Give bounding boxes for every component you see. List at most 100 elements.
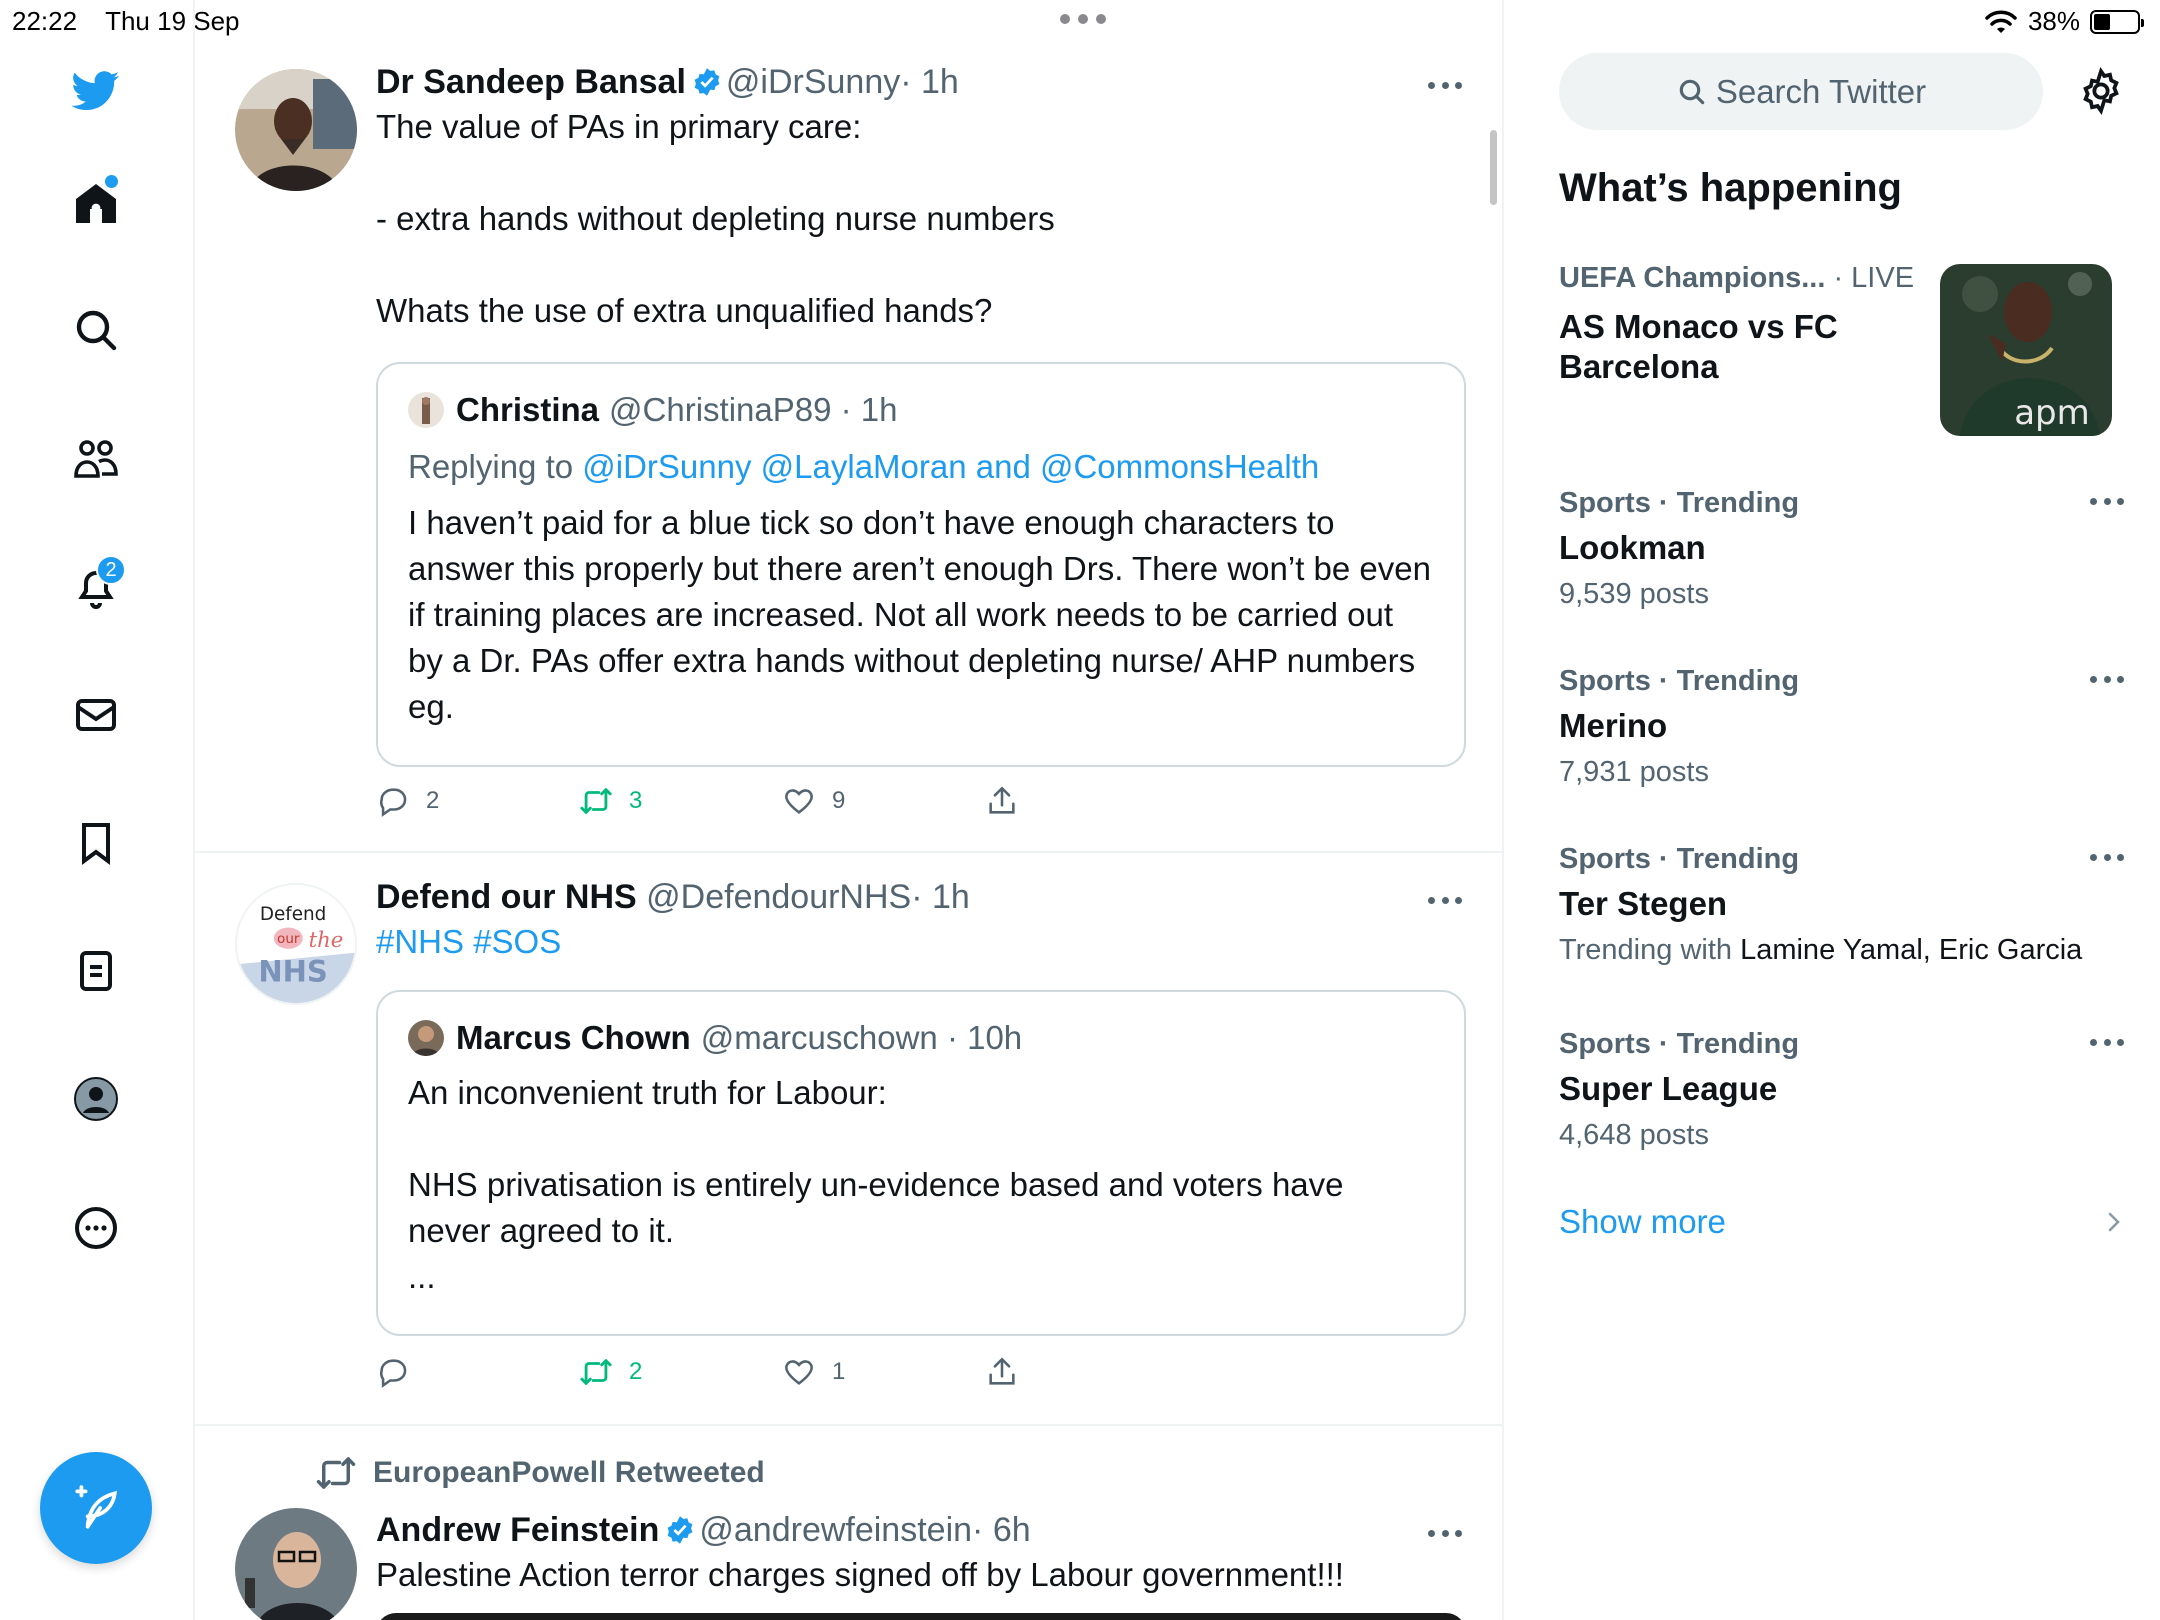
event-live: · LIVE xyxy=(1833,262,1915,294)
search-placeholder: Search Twitter xyxy=(1715,72,1927,110)
tweet-time[interactable]: · 1h xyxy=(911,878,970,916)
like-count: 1 xyxy=(832,1358,846,1385)
timeline-scrollbar[interactable] xyxy=(1490,130,1497,205)
share-button[interactable] xyxy=(985,1355,1188,1389)
reply-button[interactable]: 2 xyxy=(376,784,579,818)
author-name[interactable]: Dr Sandeep Bansal xyxy=(376,63,686,101)
verified-badge-icon xyxy=(694,68,720,96)
trend-post-count: 7,931 posts xyxy=(1559,756,1709,788)
trend-item[interactable]: Sports · Trending Merino 7,931 posts xyxy=(1559,662,2124,792)
event-image-logo: apm xyxy=(2014,393,2090,433)
tweet-more-options-icon[interactable] xyxy=(1428,82,1462,90)
author-name[interactable]: Andrew Feinstein xyxy=(376,1511,659,1549)
replying-to: Replying to @iDrSunny @LaylaMoran and @C… xyxy=(408,444,1434,490)
media-preview-edge[interactable] xyxy=(376,1613,1466,1620)
retweet-count: 3 xyxy=(629,787,643,814)
trend-related-prefix: Trending with xyxy=(1559,934,1741,966)
trend-name: Lookman xyxy=(1559,529,1706,566)
quoted-tweet[interactable]: Marcus Chown @marcuschown · 10h An inconv… xyxy=(376,990,1466,1336)
avatar-christina xyxy=(408,392,444,428)
trend-meta: Sports · Trending xyxy=(1559,665,1800,697)
quote-author-handle: @marcuschown · 10h xyxy=(700,1019,1023,1056)
trend-event-card[interactable]: UEFA Champions... · LIVE AS Monaco vs FC… xyxy=(1559,262,2124,442)
nav-profile-avatar-icon[interactable] xyxy=(66,1069,126,1129)
compose-tweet-button[interactable] xyxy=(40,1452,152,1564)
nav-lists-icon[interactable] xyxy=(66,941,126,1001)
chevron-right-icon xyxy=(2108,1212,2120,1232)
trend-item[interactable]: Sports · Trending Lookman 9,539 posts xyxy=(1559,484,2124,614)
retweet-count: 2 xyxy=(629,1358,643,1385)
trend-item[interactable]: Sports · Trending Ter Stegen Trending wi… xyxy=(1559,840,2124,970)
tweet-time[interactable]: · 1h xyxy=(900,63,959,101)
nav-messages-envelope-icon[interactable] xyxy=(66,685,126,745)
tweet-hashtags[interactable]: #NHS #SOS xyxy=(376,919,1456,965)
avatar-line3: the xyxy=(309,928,344,953)
trend-meta: Sports · Trending xyxy=(1559,487,1800,519)
like-button[interactable]: 9 xyxy=(782,784,985,818)
trend-name: Ter Stegen xyxy=(1559,885,1728,922)
search-input[interactable]: Search Twitter xyxy=(1559,53,2043,130)
nav-bookmarks-icon[interactable] xyxy=(66,813,126,873)
nav-explore-search-icon[interactable] xyxy=(66,300,126,360)
trend-more-options-icon[interactable] xyxy=(2090,676,2124,684)
quote-text: I haven’t paid for a blue tick so don’t … xyxy=(408,504,1441,725)
avatar-andrew-feinstein[interactable] xyxy=(235,1508,357,1620)
tweet-time[interactable]: · 6h xyxy=(972,1511,1031,1549)
event-category: UEFA Champions... xyxy=(1559,262,1826,294)
settings-gear-icon[interactable] xyxy=(2076,66,2126,116)
tweet-more-options-icon[interactable] xyxy=(1428,897,1462,905)
quote-author-handle: @ChristinaP89 · 1h xyxy=(609,391,898,428)
quote-author-name: Marcus Chown xyxy=(456,1019,691,1056)
replying-to-links[interactable]: @iDrSunny @LaylaMoran and @CommonsHealth xyxy=(582,448,1319,485)
tweet-more-options-icon[interactable] xyxy=(1428,1530,1462,1538)
heart-icon xyxy=(785,1360,813,1385)
trend-more-options-icon[interactable] xyxy=(2090,854,2124,862)
share-button[interactable] xyxy=(985,784,1188,818)
quoted-tweet[interactable]: Christina @ChristinaP89 · 1h Replying to … xyxy=(376,362,1466,767)
like-button[interactable]: 1 xyxy=(782,1355,985,1389)
tweet-card[interactable]: Dr Sandeep Bansal @iDrSunny· 1h The value… xyxy=(195,0,1502,853)
timeline[interactable]: Dr Sandeep Bansal @iDrSunny· 1h The value… xyxy=(195,0,1502,1620)
show-more-link[interactable]: Show more xyxy=(1559,1203,2124,1241)
replying-prefix: Replying to xyxy=(408,448,583,485)
retweet-icon xyxy=(580,1359,612,1385)
author-handle[interactable]: @iDrSunny xyxy=(726,63,900,101)
trend-related: Trending with Lamine Yamal, Eric Garcia xyxy=(1559,930,2124,970)
tweet-actions: 2 3 9 xyxy=(376,784,1188,818)
tweet-card[interactable]: EuropeanPowell Retweeted Andrew Feinstei… xyxy=(195,1428,1502,1620)
avatar-dr-sandeep-bansal[interactable] xyxy=(235,69,357,191)
author-handle[interactable]: @DefendourNHS xyxy=(646,878,911,916)
verified-badge-icon xyxy=(668,1516,693,1544)
avatar-line2: our xyxy=(277,931,300,947)
retweet-button[interactable]: 2 xyxy=(579,1355,782,1389)
trend-more-options-icon[interactable] xyxy=(2090,498,2124,506)
trend-related-names[interactable]: Lamine Yamal, Eric Garcia xyxy=(1740,934,2082,966)
tweet-card[interactable]: Defend our the NHS Defend our NHS @Defen… xyxy=(195,855,1502,1426)
sidebar-nav: 2 xyxy=(0,0,193,1620)
reply-button[interactable] xyxy=(376,1355,579,1389)
quote-header: Christina @ChristinaP89 · 1h xyxy=(408,388,1434,432)
retweeted-by-label[interactable]: EuropeanPowell Retweeted xyxy=(315,1452,765,1494)
trend-item[interactable]: Sports · Trending Super League 4,648 pos… xyxy=(1559,1025,2124,1155)
compose-feather-icon xyxy=(75,1485,118,1529)
avatar-marcus-chown xyxy=(408,1020,444,1056)
author-name[interactable]: Defend our NHS xyxy=(376,878,637,916)
twitter-logo-icon[interactable] xyxy=(66,60,126,120)
trend-more-options-icon[interactable] xyxy=(2090,1039,2124,1047)
nav-more-icon[interactable] xyxy=(66,1198,126,1258)
nav-home-icon[interactable] xyxy=(66,173,126,233)
nav-notifications-bell-icon[interactable]: 2 xyxy=(66,555,126,617)
tweet-actions: 2 1 xyxy=(376,1355,1188,1389)
trend-meta: Sports · Trending xyxy=(1559,1028,1800,1060)
retweeted-by-text: EuropeanPowell Retweeted xyxy=(373,1456,765,1489)
nav-communities-icon[interactable] xyxy=(66,428,126,488)
reply-count: 2 xyxy=(426,787,440,814)
quote-text: An inconvenient truth for Labour: NHS pr… xyxy=(408,1074,1344,1295)
avatar-defend-our-nhs[interactable]: Defend our the NHS xyxy=(235,883,357,1005)
event-image[interactable]: apm xyxy=(1940,264,2112,436)
retweet-button[interactable]: 3 xyxy=(579,784,782,818)
trend-post-count: 4,648 posts xyxy=(1559,1119,1709,1151)
author-handle[interactable]: @andrewfeinstein xyxy=(699,1511,972,1549)
right-column: Search Twitter What’s happening UEFA Cha… xyxy=(1504,0,2160,1620)
event-title: AS Monaco vs FC Barcelona xyxy=(1559,308,1838,385)
